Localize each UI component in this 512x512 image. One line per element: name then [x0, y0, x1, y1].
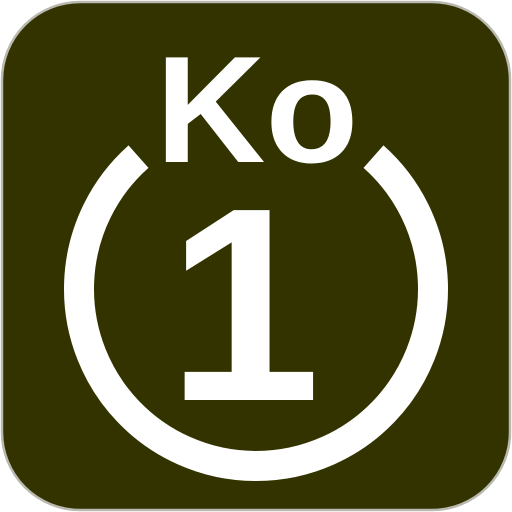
station-icon-graphic: Ko 1 [0, 0, 512, 512]
station-number-icon: Ko 1 [0, 0, 512, 512]
station-number-label: 1 [167, 151, 321, 459]
